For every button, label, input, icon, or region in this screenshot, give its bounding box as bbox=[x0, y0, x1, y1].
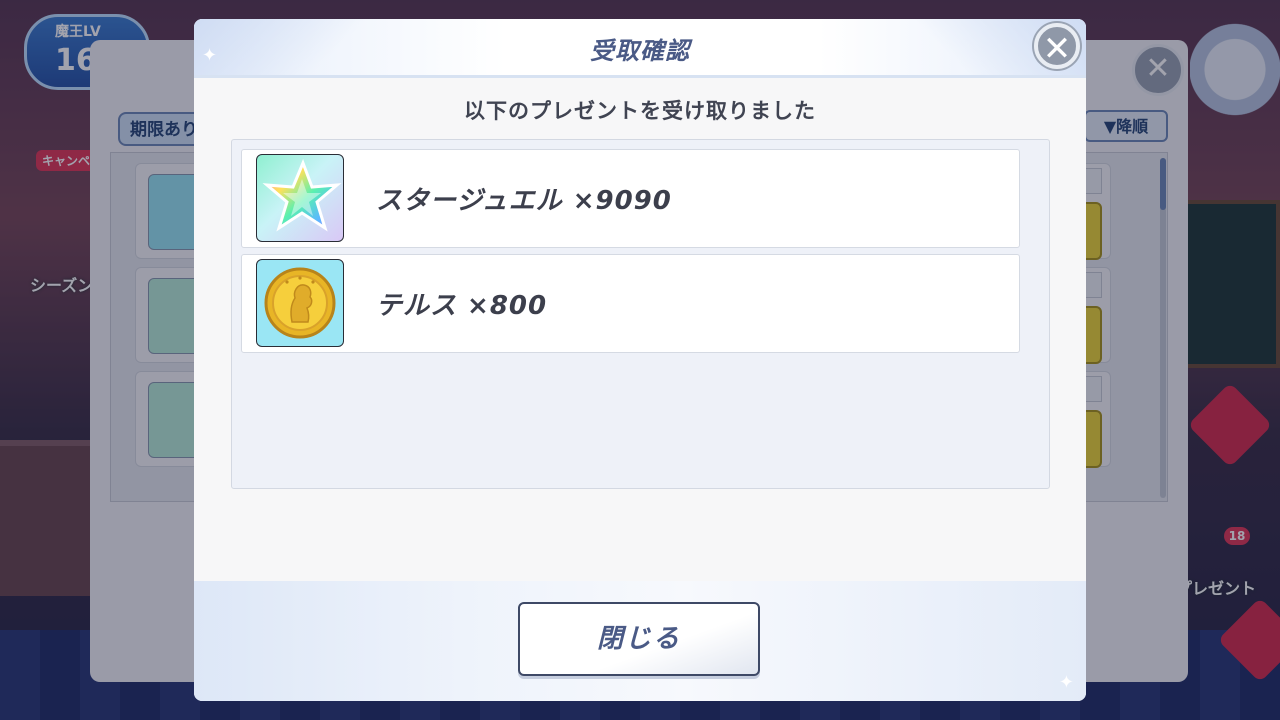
close-button[interactable]: 閉じる bbox=[518, 602, 760, 676]
received-item: スタージュエル ×9090 bbox=[241, 149, 1020, 248]
dialog-close-button[interactable]: ✕ bbox=[1034, 23, 1080, 69]
sparkle-icon: ✦ bbox=[1058, 672, 1074, 693]
receipt-confirmation-dialog: ✦ 受取確認 ✕ 以下のプレゼントを受け取りました スタージュエル ×9090 … bbox=[194, 19, 1086, 701]
dialog-title: 受取確認 bbox=[590, 37, 690, 65]
received-items-list: スタージュエル ×9090 テルス ×800 bbox=[231, 139, 1050, 489]
received-item: テルス ×800 bbox=[241, 254, 1020, 353]
dialog-message: 以下のプレゼントを受け取りました bbox=[464, 99, 816, 123]
dialog-header: ✦ 受取確認 ✕ bbox=[194, 19, 1086, 78]
item-label: スタージュエル ×9090 bbox=[376, 186, 672, 216]
star-jewel-icon bbox=[256, 154, 344, 242]
item-label: テルス ×800 bbox=[376, 291, 548, 321]
tells-coin-icon bbox=[256, 259, 344, 347]
